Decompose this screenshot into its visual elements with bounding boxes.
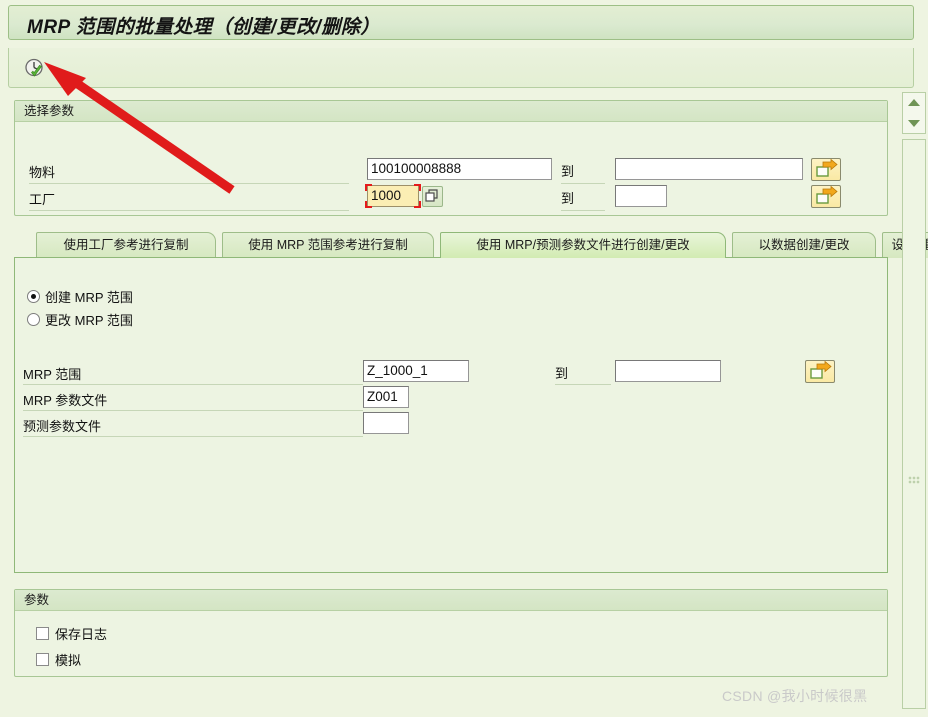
mrp-area-underline bbox=[23, 384, 363, 385]
multi-selection-arrow-icon bbox=[810, 360, 832, 379]
tab-create-change-with-mrp-profile[interactable]: 使用 MRP/预测参数文件进行创建/更改 bbox=[440, 232, 726, 258]
material-underline bbox=[29, 183, 349, 184]
material-to-input[interactable] bbox=[615, 158, 803, 180]
checkbox-simulate-label: 模拟 bbox=[55, 653, 82, 668]
scroll-arrow-pad bbox=[902, 92, 926, 134]
plant-underline bbox=[29, 210, 349, 211]
parameters-group: 参数 保存日志 模拟 bbox=[14, 589, 888, 677]
watermark: CSDN @我小时候很黑 bbox=[722, 688, 868, 704]
tab-strip: 使用工厂参考进行复制 使用 MRP 范围参考进行复制 使用 MRP/预测参数文件… bbox=[14, 232, 928, 258]
mrp-area-label: MRP 范围 bbox=[23, 367, 82, 382]
plant-to-underline bbox=[561, 210, 605, 211]
radio-create-mrp-area[interactable] bbox=[27, 290, 40, 303]
tab-copy-with-plant-reference[interactable]: 使用工厂参考进行复制 bbox=[36, 232, 216, 258]
plant-multi-select-button[interactable] bbox=[811, 185, 841, 208]
application-toolbar bbox=[8, 48, 914, 88]
radio-change-mrp-area[interactable] bbox=[27, 313, 40, 326]
scroll-up-button[interactable] bbox=[903, 93, 925, 113]
mrp-profile-input[interactable]: Z001 bbox=[363, 386, 409, 408]
plant-to-input[interactable] bbox=[615, 185, 667, 207]
forecast-profile-input[interactable] bbox=[363, 412, 409, 434]
radio-change-mrp-area-label: 更改 MRP 范围 bbox=[45, 313, 133, 328]
tab-content-panel: 创建 MRP 范围 更改 MRP 范围 MRP 范围 Z_1000_1 到 MR… bbox=[14, 257, 888, 573]
scrollbar-grip[interactable] bbox=[908, 476, 920, 484]
execute-button[interactable] bbox=[21, 55, 49, 83]
plant-row: 工厂 1000 到 bbox=[15, 184, 887, 211]
window-title-bar: MRP 范围的批量处理（创建/更改/删除） bbox=[8, 5, 914, 40]
multi-selection-arrow-icon bbox=[816, 158, 838, 177]
tab-copy-with-mrp-area-reference[interactable]: 使用 MRP 范围参考进行复制 bbox=[222, 232, 434, 258]
scroll-down-button[interactable] bbox=[903, 113, 925, 133]
forecast-profile-underline bbox=[23, 436, 363, 437]
plant-to-label: 到 bbox=[561, 191, 575, 206]
checkbox-save-log-label: 保存日志 bbox=[55, 627, 108, 642]
sap-gui-window: MRP 范围的批量处理（创建/更改/删除） 选择参数 物料 1001000088… bbox=[0, 0, 928, 717]
mrp-area-input[interactable]: Z_1000_1 bbox=[363, 360, 469, 382]
mrp-profile-underline bbox=[23, 410, 363, 411]
mrp-area-to-label: 到 bbox=[555, 366, 569, 381]
selection-parameters-header: 选择参数 bbox=[15, 101, 887, 122]
page-title: MRP 范围的批量处理（创建/更改/删除） bbox=[27, 17, 380, 38]
mrp-area-to-underline bbox=[555, 384, 611, 385]
search-help-icon bbox=[425, 189, 438, 202]
plant-label: 工厂 bbox=[29, 192, 56, 207]
mrp-profile-label: MRP 参数文件 bbox=[23, 393, 108, 408]
material-to-underline bbox=[561, 183, 605, 184]
material-to-label: 到 bbox=[561, 164, 575, 179]
tab-create-change-with-data[interactable]: 以数据创建/更改 bbox=[732, 232, 876, 258]
material-label: 物料 bbox=[29, 165, 56, 180]
selection-parameters-group: 选择参数 物料 100100008888 到 工厂 1000 到 bbox=[14, 100, 888, 216]
mrp-area-multi-select-button[interactable] bbox=[805, 360, 835, 383]
checkbox-simulate[interactable] bbox=[36, 653, 49, 666]
scroll-down-icon bbox=[908, 120, 920, 127]
radio-create-mrp-area-label: 创建 MRP 范围 bbox=[45, 290, 133, 305]
checkbox-save-log[interactable] bbox=[36, 627, 49, 640]
forecast-profile-label: 预测参数文件 bbox=[23, 419, 102, 434]
plant-from-input[interactable]: 1000 bbox=[367, 185, 419, 207]
plant-search-help-button[interactable] bbox=[422, 186, 443, 207]
vertical-scrollbar[interactable] bbox=[902, 139, 926, 709]
material-from-input[interactable]: 100100008888 bbox=[367, 158, 552, 180]
scroll-up-icon bbox=[908, 99, 920, 106]
mrp-area-to-input[interactable] bbox=[615, 360, 721, 382]
parameters-header: 参数 bbox=[15, 590, 887, 611]
material-multi-select-button[interactable] bbox=[811, 158, 841, 181]
multi-selection-arrow-icon bbox=[816, 185, 838, 204]
material-row: 物料 100100008888 到 bbox=[15, 158, 887, 184]
clock-check-icon bbox=[25, 58, 43, 77]
